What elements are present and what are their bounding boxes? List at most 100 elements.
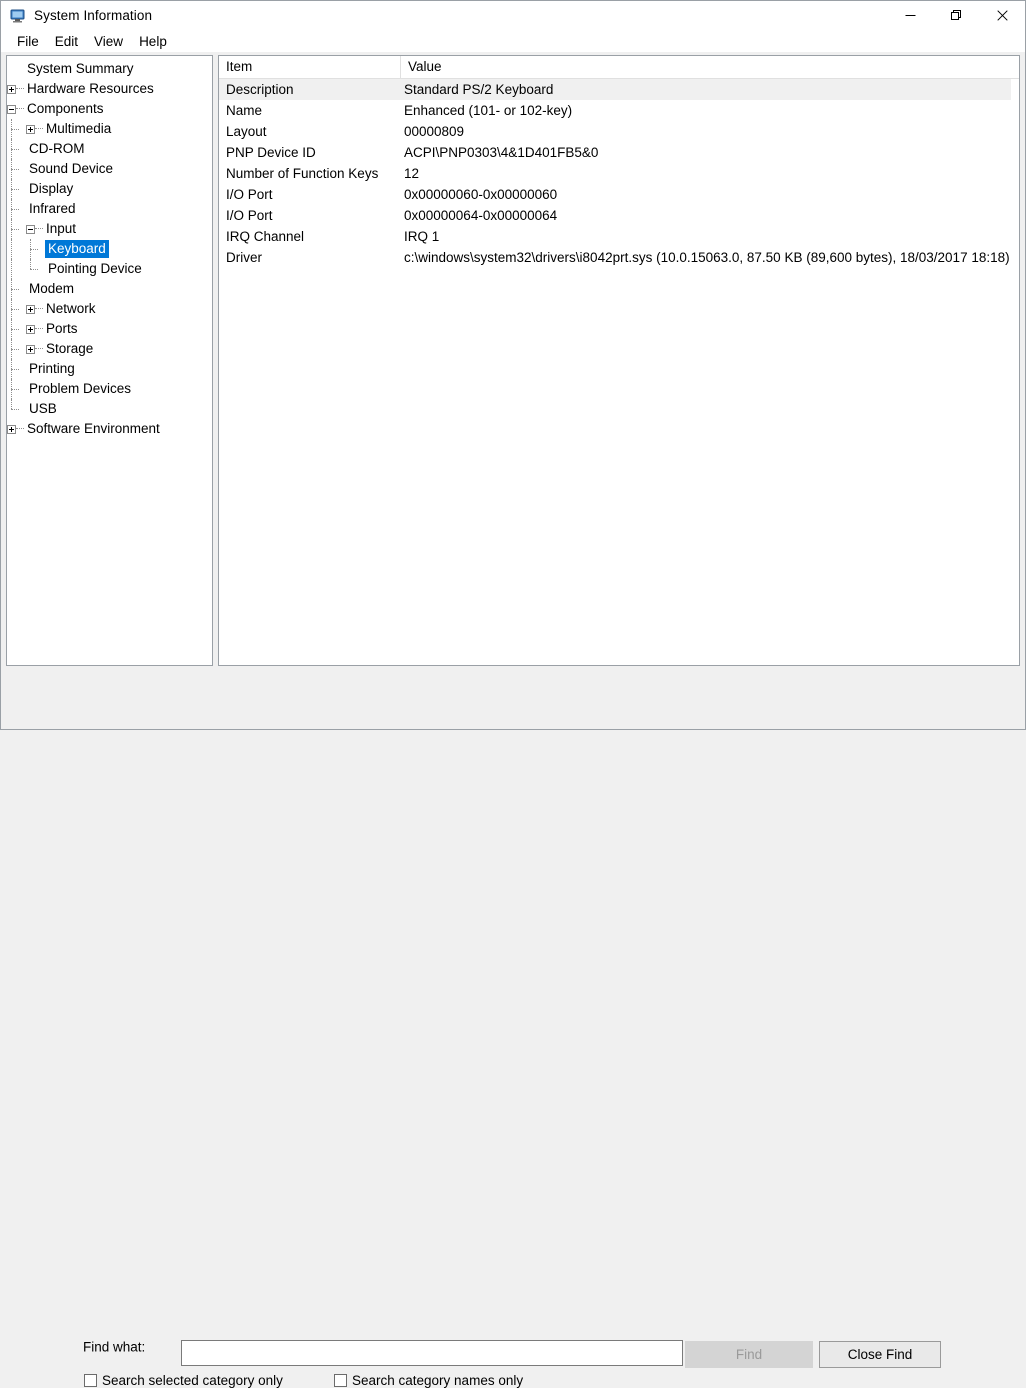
table-row[interactable]: PNP Device ID ACPI\PNP0303\4&1D401FB5&0 <box>219 142 1019 163</box>
tree-item-label: Multimedia <box>46 121 112 136</box>
title-bar: System Information <box>1 1 1025 30</box>
tree-connector <box>35 348 43 350</box>
expand-icon[interactable] <box>7 84 16 94</box>
tree-item-label: Printing <box>29 361 75 376</box>
cell-value: 00000809 <box>404 124 465 139</box>
tree-item-network[interactable]: Network <box>7 299 212 319</box>
table-row[interactable]: Layout 00000809 <box>219 121 1019 142</box>
cell-item: I/O Port <box>226 208 273 223</box>
table-row[interactable]: Driver c:\windows\system32\drivers\i8042p… <box>219 247 1019 268</box>
search-selected-category-checkbox[interactable]: Search selected category only <box>84 1373 283 1388</box>
table-row[interactable]: Name Enhanced (101- or 102-key) <box>219 100 1019 121</box>
close-find-button[interactable]: Close Find <box>819 1341 941 1368</box>
cell-value: c:\windows\system32\drivers\i8042prt.sys… <box>404 250 1010 265</box>
tree-indent-guide <box>7 259 26 279</box>
menu-file[interactable]: File <box>9 32 47 51</box>
tree-indent-guide <box>7 379 26 399</box>
tree-item-display[interactable]: Display <box>7 179 212 199</box>
tree-item-storage[interactable]: Storage <box>7 339 212 359</box>
cell-item: Number of Function Keys <box>226 166 379 181</box>
tree-item-infrared[interactable]: Infrared <box>7 199 212 219</box>
menu-view[interactable]: View <box>86 32 131 51</box>
cell-item: Description <box>226 82 294 97</box>
tree-item-printing[interactable]: Printing <box>7 359 212 379</box>
system-information-icon <box>10 8 26 24</box>
tree-indent-guide <box>7 319 26 339</box>
minimize-button[interactable] <box>887 1 933 30</box>
search-category-names-checkbox[interactable]: Search category names only <box>334 1373 523 1388</box>
tree-connector <box>16 88 24 90</box>
tree-connector <box>35 328 43 330</box>
tree-item-label: Storage <box>46 341 94 356</box>
menu-help[interactable]: Help <box>131 32 175 51</box>
find-button[interactable]: Find <box>685 1341 813 1368</box>
cell-item: Layout <box>226 124 267 139</box>
tree-item-multimedia[interactable]: Multimedia <box>7 119 212 139</box>
tree-item-software-environment[interactable]: Software Environment <box>7 419 212 439</box>
tree-item-label: Software Environment <box>27 421 160 436</box>
column-header-item[interactable]: Item <box>219 56 401 78</box>
table-row[interactable]: IRQ Channel IRQ 1 <box>219 226 1019 247</box>
cell-value: 12 <box>404 166 420 181</box>
system-information-window: System Information File Edit View Help S… <box>0 0 1026 1388</box>
tree-item-system-summary[interactable]: System Summary <box>7 59 212 79</box>
tree-connector <box>35 228 43 230</box>
tree-connector <box>16 428 24 430</box>
tree-item-ports[interactable]: Ports <box>7 319 212 339</box>
cell-item: Name <box>226 103 263 118</box>
restore-button[interactable] <box>933 1 979 30</box>
table-row[interactable]: Description Standard PS/2 Keyboard <box>219 79 1011 100</box>
column-header-value[interactable]: Value <box>401 56 1019 78</box>
expand-icon[interactable] <box>7 424 16 434</box>
find-bar: Find what: Find Close Find Search select… <box>1 666 1025 1388</box>
category-tree: System Summary Hardware Resources Componen… <box>7 56 212 439</box>
cell-value: ACPI\PNP0303\4&1D401FB5&0 <box>404 145 599 160</box>
expand-icon[interactable] <box>26 324 35 334</box>
tree-item-label: Components <box>27 101 104 116</box>
tree-item-label: Keyboard <box>45 240 109 258</box>
tree-item-cd-rom[interactable]: CD-ROM <box>7 139 212 159</box>
tree-item-usb[interactable]: USB <box>7 399 212 419</box>
tree-item-hardware-resources[interactable]: Hardware Resources <box>7 79 212 99</box>
expand-icon[interactable] <box>26 344 35 354</box>
tree-item-keyboard[interactable]: Keyboard <box>7 239 212 259</box>
checkbox-box <box>334 1374 347 1387</box>
tree-indent-guide <box>26 239 45 259</box>
table-row[interactable]: I/O Port 0x00000060-0x00000060 <box>219 184 1019 205</box>
tree-item-modem[interactable]: Modem <box>7 279 212 299</box>
window-controls <box>887 1 1025 30</box>
expand-icon[interactable] <box>26 124 35 134</box>
collapse-icon[interactable] <box>7 104 16 114</box>
tree-item-label: Infrared <box>29 201 76 216</box>
category-tree-panel: System Summary Hardware Resources Componen… <box>6 55 213 666</box>
collapse-icon[interactable] <box>26 224 35 234</box>
table-row[interactable]: Number of Function Keys 12 <box>219 163 1019 184</box>
list-rows: Description Standard PS/2 Keyboard Name Enh… <box>219 79 1019 665</box>
tree-indent-guide <box>7 179 26 199</box>
menu-bar: File Edit View Help <box>1 30 1025 52</box>
checkbox-box <box>84 1374 97 1387</box>
find-input[interactable] <box>181 1340 683 1366</box>
find-what-label: Find what: <box>83 1339 146 1355</box>
tree-item-label: System Summary <box>27 61 134 76</box>
tree-item-label: Display <box>29 181 74 196</box>
tree-item-label: Problem Devices <box>29 381 132 396</box>
tree-item-components[interactable]: Components <box>7 99 212 119</box>
tree-item-label: Hardware Resources <box>27 81 154 96</box>
tree-indent-guide <box>7 119 26 139</box>
tree-item-pointing-device[interactable]: Pointing Device <box>7 259 212 279</box>
tree-indent-guide <box>7 359 26 379</box>
close-button[interactable] <box>979 1 1025 30</box>
tree-indent-guide <box>26 259 45 279</box>
tree-item-problem-devices[interactable]: Problem Devices <box>7 379 212 399</box>
tree-item-input[interactable]: Input <box>7 219 212 239</box>
tree-item-label: Ports <box>46 321 78 336</box>
cell-value: Standard PS/2 Keyboard <box>404 82 554 97</box>
expand-icon[interactable] <box>26 304 35 314</box>
table-row[interactable]: I/O Port 0x00000064-0x00000064 <box>219 205 1019 226</box>
tree-indent-guide <box>7 159 26 179</box>
tree-item-label: Modem <box>29 281 75 296</box>
main-content: System Summary Hardware Resources Componen… <box>1 52 1025 666</box>
menu-edit[interactable]: Edit <box>47 32 86 51</box>
tree-item-sound-device[interactable]: Sound Device <box>7 159 212 179</box>
